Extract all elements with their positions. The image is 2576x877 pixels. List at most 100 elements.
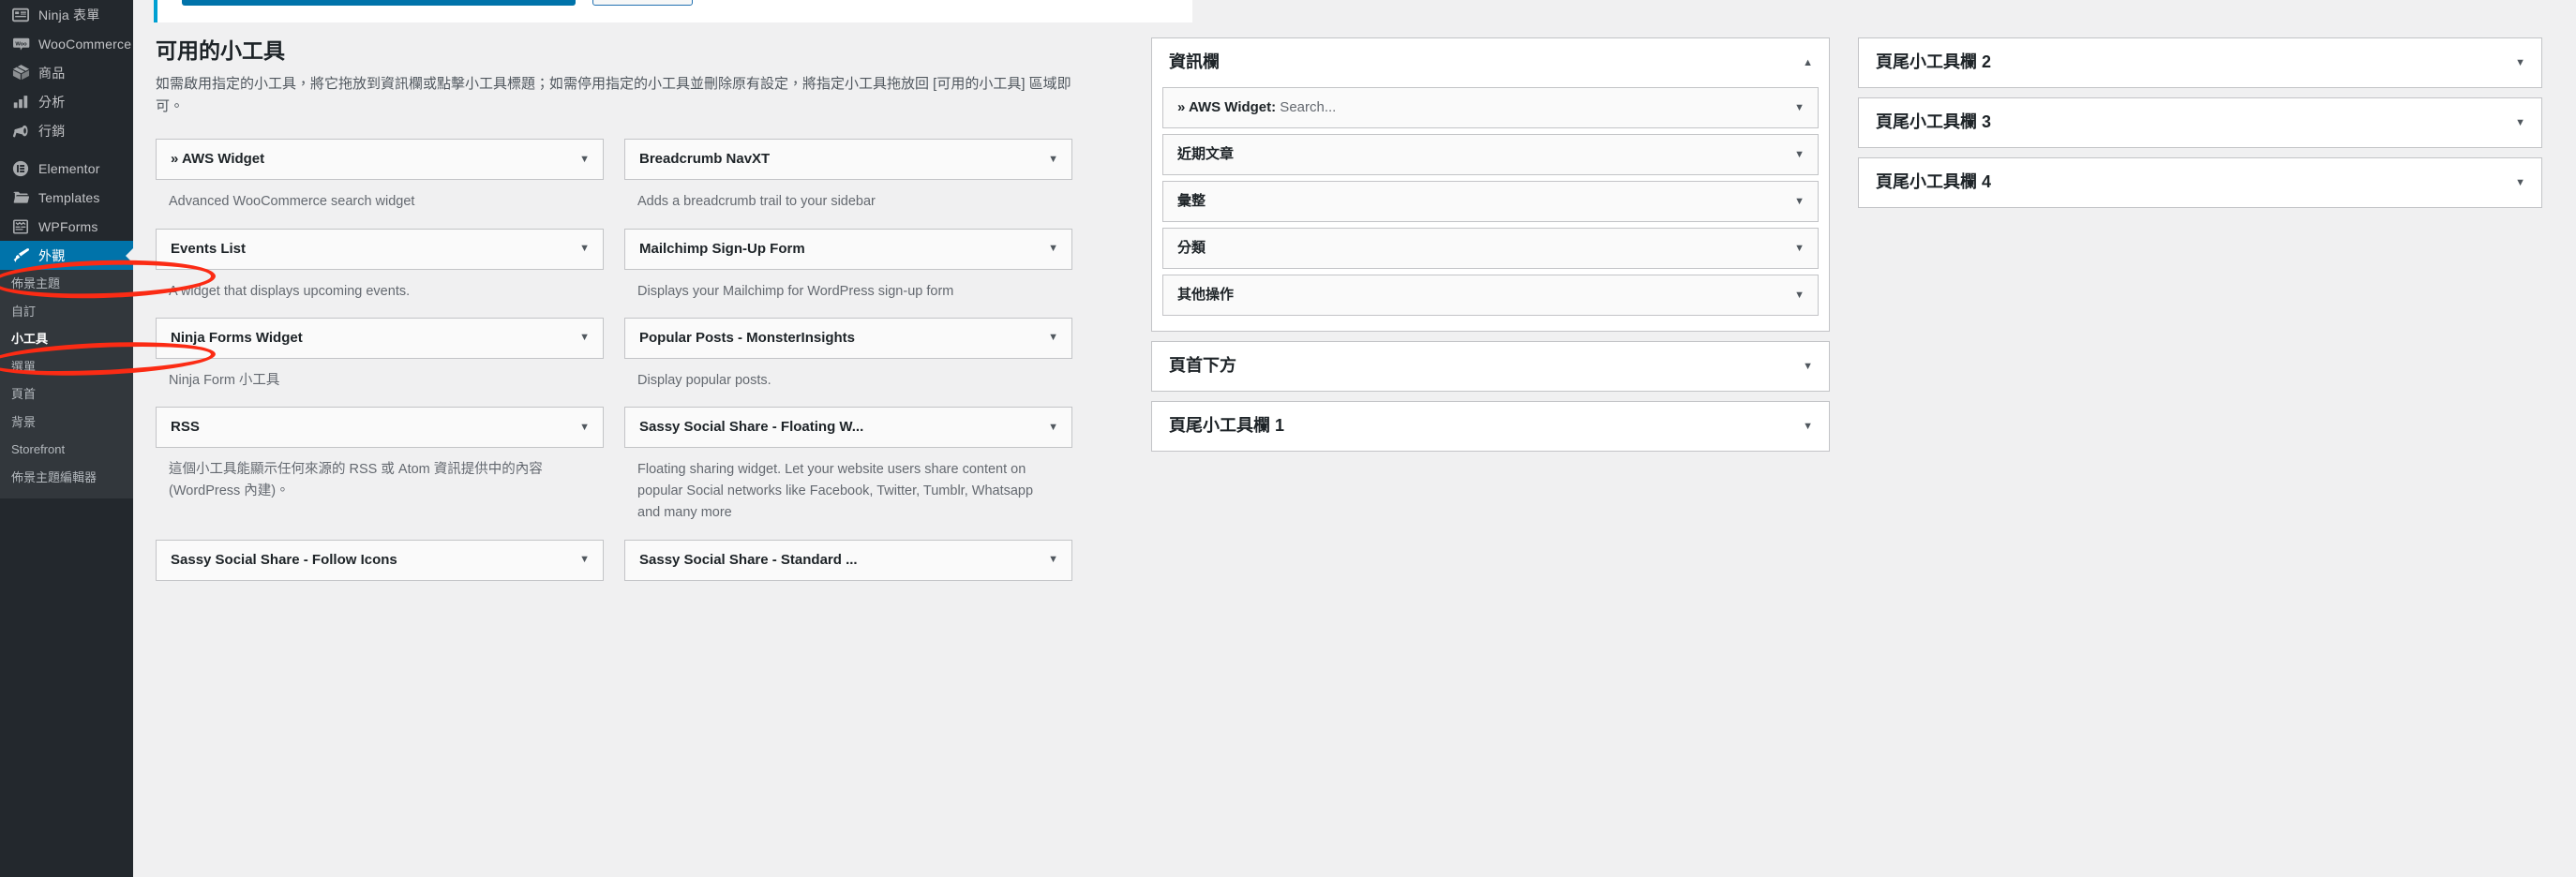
widget-title: Sassy Social Share - Follow Icons — [171, 551, 397, 568]
learn-more-button[interactable]: Learn More — [592, 0, 694, 6]
widget-title: Sassy Social Share - Floating W... — [639, 419, 864, 436]
sidebar-item-elementor[interactable]: Elementor — [0, 154, 133, 183]
chevron-down-icon[interactable]: ▼ — [579, 244, 590, 254]
chevron-down-icon[interactable]: ▼ — [1803, 361, 1813, 372]
submenu-item-header[interactable]: 頁首 — [0, 380, 133, 409]
widget-description: Ninja Form 小工具 — [169, 372, 280, 388]
widget-sassy-social-share-follow-icons[interactable]: Sassy Social Share - Follow Icons ▼ — [156, 539, 604, 581]
svg-text:Woo: Woo — [15, 41, 27, 47]
sidebar-item-appearance[interactable]: 外觀 — [0, 241, 133, 270]
analytics-bars-icon — [11, 93, 30, 111]
widget-title: 其他操作 — [1177, 287, 1235, 303]
chevron-down-icon[interactable]: ▼ — [1048, 422, 1058, 433]
widget-description: Displays your Mailchimp for WordPress si… — [637, 283, 954, 299]
widget-sassy-social-share-standard[interactable]: Sassy Social Share - Standard ... ▼ — [624, 539, 1072, 581]
page-title: 可用的小工具 — [156, 38, 285, 63]
sidebar-item-label: Templates — [38, 189, 100, 205]
panel-header[interactable]: 頁尾小工具欄 1 ▼ — [1152, 402, 1829, 451]
chevron-down-icon[interactable]: ▼ — [1048, 333, 1058, 343]
sidebar-item-templates[interactable]: Templates — [0, 183, 133, 212]
widget-title: 彙整 — [1177, 193, 1206, 209]
assigned-widget-recent-posts[interactable]: 近期文章 ▼ — [1162, 134, 1819, 175]
templates-folder-icon — [11, 188, 30, 207]
widget-title: RSS — [171, 419, 200, 436]
widget-description: Floating sharing widget. Let your websit… — [637, 462, 1034, 521]
panel-below-header: 頁首下方 ▼ — [1151, 341, 1830, 392]
footer-areas-column: 頁尾小工具欄 2 ▼ 頁尾小工具欄 3 ▼ 頁尾小工具欄 4 ▼ — [1830, 37, 2542, 217]
widget-cell: RSS ▼ 這個小工具能顯示任何來源的 RSS 或 Atom 資訊提供中的內容 … — [156, 407, 624, 534]
chevron-down-icon[interactable]: ▼ — [1048, 244, 1058, 254]
widget-title: Breadcrumb NavXT — [639, 151, 771, 168]
panel-header[interactable]: 頁尾小工具欄 2 ▼ — [1859, 38, 2541, 87]
elementor-icon — [11, 159, 30, 178]
panel-footer-widget-4: 頁尾小工具欄 4 ▼ — [1858, 157, 2542, 208]
widget-cell: Popular Posts - MonsterInsights ▼ Displa… — [624, 317, 1093, 401]
assigned-widget-meta[interactable]: 其他操作 ▼ — [1162, 275, 1819, 316]
widget-cell: Ninja Forms Widget ▼ Ninja Form 小工具 — [156, 317, 624, 401]
chevron-down-icon[interactable]: ▼ — [1048, 154, 1058, 165]
panel-title: 頁尾小工具欄 3 — [1876, 112, 1992, 132]
submenu-item-menus[interactable]: 選單 — [0, 353, 133, 381]
panel-header[interactable]: 資訊欄 ▲ — [1152, 38, 1829, 87]
widget-rss[interactable]: RSS ▼ — [156, 407, 604, 449]
widget-breadcrumb-navxt[interactable]: Breadcrumb NavXT ▼ — [624, 139, 1072, 181]
chevron-down-icon[interactable]: ▼ — [1794, 290, 1805, 301]
submenu-item-storefront[interactable]: Storefront — [0, 436, 133, 464]
connect-monsterinsights-button[interactable]: Connect MonsterInsights and Setup Websit… — [182, 0, 577, 6]
submenu-item-widgets[interactable]: 小工具 — [0, 325, 133, 353]
chevron-down-icon[interactable]: ▼ — [1803, 421, 1813, 432]
chevron-down-icon[interactable]: ▼ — [2515, 177, 2525, 188]
sidebar-item-marketing[interactable]: 行銷 — [0, 116, 133, 145]
widget-aws-widget[interactable]: » AWS Widget ▼ — [156, 139, 604, 181]
sidebar-item-woocommerce[interactable]: Woo WooCommerce — [0, 29, 133, 58]
widget-events-list[interactable]: Events List ▼ — [156, 228, 604, 270]
panel-footer-widget-2: 頁尾小工具欄 2 ▼ — [1858, 37, 2542, 88]
widget-mailchimp-signup-form[interactable]: Mailchimp Sign-Up Form ▼ — [624, 228, 1072, 270]
sidebar-item-label: Ninja 表單 — [38, 7, 100, 22]
panel-header[interactable]: 頁首下方 ▼ — [1152, 342, 1829, 391]
panel-main-sidebar: 資訊欄 ▲ » AWS Widget: Search... ▼ 近期文章 ▼ 彙… — [1151, 37, 1830, 332]
chevron-down-icon[interactable]: ▼ — [1794, 149, 1805, 160]
sidebar-item-wpforms[interactable]: WPForms — [0, 212, 133, 241]
chevron-down-icon[interactable]: ▼ — [1794, 102, 1805, 113]
panel-header[interactable]: 頁尾小工具欄 4 ▼ — [1859, 158, 2541, 207]
wpforms-icon — [11, 217, 30, 236]
widget-cell: Breadcrumb NavXT ▼ Adds a breadcrumb tra… — [624, 139, 1093, 222]
chevron-down-icon[interactable]: ▼ — [1794, 243, 1805, 254]
sidebar-item-products[interactable]: 商品 — [0, 58, 133, 87]
menu-divider-spacer — [0, 145, 133, 154]
sidebar-item-analytics[interactable]: 分析 — [0, 87, 133, 116]
widget-title: » AWS Widget: Search... — [1177, 99, 1337, 115]
chevron-up-icon[interactable]: ▲ — [1803, 57, 1813, 68]
appearance-submenu: 佈景主題 自訂 小工具 選單 頁首 背景 Storefront 佈景主題編輯器 — [0, 270, 133, 499]
admin-page: Ninja 表單 Woo WooCommerce 商品 分析 行銷 Elemen… — [0, 0, 2576, 877]
chevron-down-icon[interactable]: ▼ — [1794, 196, 1805, 207]
sidebar-item-ninja-forms[interactable]: Ninja 表單 — [0, 0, 133, 29]
panel-header[interactable]: 頁尾小工具欄 3 ▼ — [1859, 98, 2541, 147]
chevron-down-icon[interactable]: ▼ — [579, 555, 590, 565]
panel-title: 頁尾小工具欄 1 — [1169, 416, 1285, 436]
sidebars-column: 資訊欄 ▲ » AWS Widget: Search... ▼ 近期文章 ▼ 彙… — [1117, 37, 1830, 461]
submenu-item-theme-editor[interactable]: 佈景主題編輯器 — [0, 464, 133, 492]
assigned-widget-aws-search[interactable]: » AWS Widget: Search... ▼ — [1162, 87, 1819, 128]
chevron-down-icon[interactable]: ▼ — [579, 333, 590, 343]
widget-title: Mailchimp Sign-Up Form — [639, 240, 805, 257]
widgets-columns: 可用的小工具 如需啟用指定的小工具，將它拖放到資訊欄或點擊小工具標題；如需停用指… — [133, 37, 2576, 587]
submenu-item-customize[interactable]: 自訂 — [0, 298, 133, 326]
assigned-widget-archives[interactable]: 彙整 ▼ — [1162, 181, 1819, 222]
submenu-item-themes[interactable]: 佈景主題 — [0, 270, 133, 298]
chevron-down-icon[interactable]: ▼ — [2515, 57, 2525, 68]
submenu-item-background[interactable]: 背景 — [0, 409, 133, 437]
chevron-down-icon[interactable]: ▼ — [1048, 555, 1058, 565]
widget-sassy-social-share-floating[interactable]: Sassy Social Share - Floating W... ▼ — [624, 407, 1072, 449]
widget-cell: Sassy Social Share - Follow Icons ▼ — [156, 539, 624, 581]
widget-title: 分類 — [1177, 240, 1206, 256]
chevron-down-icon[interactable]: ▼ — [2515, 117, 2525, 128]
assigned-widget-categories[interactable]: 分類 ▼ — [1162, 228, 1819, 269]
widget-popular-posts-monsterinsights[interactable]: Popular Posts - MonsterInsights ▼ — [624, 317, 1072, 359]
chevron-down-icon[interactable]: ▼ — [579, 422, 590, 433]
widget-ninja-forms-widget[interactable]: Ninja Forms Widget ▼ — [156, 317, 604, 359]
sidebar-item-label: WooCommerce — [38, 36, 132, 52]
chevron-down-icon[interactable]: ▼ — [579, 154, 590, 165]
widget-title: Popular Posts - MonsterInsights — [639, 329, 856, 346]
